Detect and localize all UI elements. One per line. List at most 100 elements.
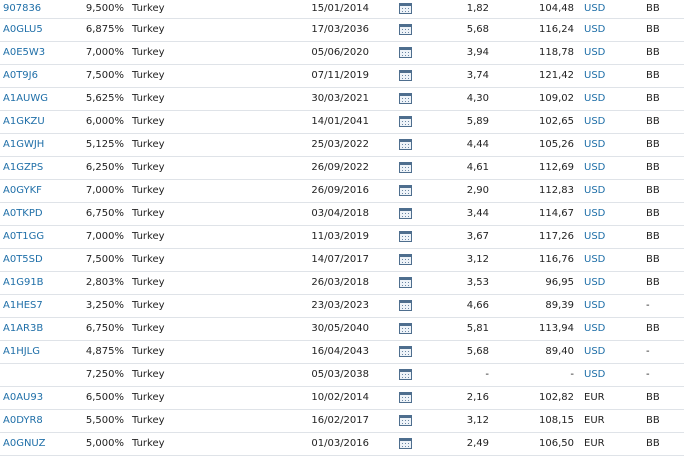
duration-cell: 3,67 [425,225,497,249]
issuer-cell: Turkey [130,0,280,19]
duration-cell: 3,12 [425,409,497,433]
issuer-cell: Turkey [130,294,280,318]
bond-row: A0T9J6 7,500% Turkey 07/11/2019 3,74 121,42 US… [0,64,684,88]
calendar-icon[interactable] [398,92,412,104]
calendar-icon[interactable] [398,299,412,311]
wkn-cell: A1GZPS [0,156,68,180]
wkn-link[interactable]: A0T9J6 [3,70,38,81]
calendar-cell [385,340,425,364]
wkn-link[interactable]: A1G91B [3,277,44,288]
wkn-link[interactable]: A0GNUZ [3,438,45,449]
rating-cell: BB [622,18,684,42]
wkn-link[interactable]: A1HES7 [3,300,43,311]
coupon-cell: 5,625% [68,87,130,111]
currency-cell: USD [582,248,622,272]
calendar-icon[interactable] [398,322,412,334]
issuer-cell: Turkey [130,110,280,134]
calendar-icon[interactable] [398,161,412,173]
calendar-cell [385,248,425,272]
calendar-icon[interactable] [398,184,412,196]
wkn-link[interactable]: A0T1GG [3,231,44,242]
wkn-link[interactable]: 907836 [3,3,41,14]
currency-cell: USD [582,64,622,88]
issuer-cell: Turkey [130,179,280,203]
issuer-cell: Turkey [130,133,280,157]
duration-cell: 3,12 [425,248,497,272]
wkn-link[interactable]: A0AU93 [3,392,43,403]
calendar-icon[interactable] [398,138,412,150]
coupon-cell: 7,000% [68,179,130,203]
wkn-link[interactable]: A0E5W3 [3,47,45,58]
maturity-cell: 11/03/2019 [280,225,385,249]
wkn-cell: A0AU93 [0,386,68,410]
wkn-link[interactable]: A0GLU5 [3,24,43,35]
duration-cell: 4,66 [425,294,497,318]
calendar-icon[interactable] [398,437,412,449]
issuer-cell: Turkey [130,386,280,410]
coupon-cell: 7,000% [68,41,130,65]
currency-cell: USD [582,0,622,19]
bond-row: A0DYR8 5,500% Turkey 16/02/2017 3,12 108,15 EU… [0,409,684,433]
rating-cell: BB [622,317,684,341]
currency-cell: USD [582,363,622,387]
wkn-cell: A1G91B [0,271,68,295]
price-cell: 104,48 [497,0,582,19]
calendar-icon[interactable] [398,414,412,426]
calendar-icon[interactable] [398,115,412,127]
calendar-icon[interactable] [398,230,412,242]
wkn-cell: A0GLU5 [0,18,68,42]
calendar-icon[interactable] [398,345,412,357]
bond-row: A0T5SD 7,500% Turkey 14/07/2017 3,12 116,76 US… [0,248,684,272]
wkn-link[interactable]: A0T5SD [3,254,43,265]
maturity-cell: 26/03/2018 [280,271,385,295]
calendar-icon[interactable] [398,69,412,81]
calendar-cell [385,64,425,88]
coupon-cell: 3,250% [68,294,130,318]
wkn-cell: A1AUWG [0,87,68,111]
wkn-link[interactable]: A0TKPD [3,208,43,219]
price-cell: 117,26 [497,225,582,249]
issuer-cell: Turkey [130,271,280,295]
currency-cell: EUR [582,386,622,410]
maturity-cell: 26/09/2016 [280,179,385,203]
calendar-icon[interactable] [398,46,412,58]
issuer-cell: Turkey [130,87,280,111]
calendar-icon[interactable] [398,368,412,380]
calendar-icon[interactable] [398,276,412,288]
currency-cell: USD [582,179,622,203]
duration-cell: 4,61 [425,156,497,180]
coupon-cell: 5,125% [68,133,130,157]
wkn-link[interactable]: A1GZPS [3,162,43,173]
wkn-link[interactable]: A0DYR8 [3,415,43,426]
currency-cell: USD [582,110,622,134]
calendar-icon[interactable] [398,253,412,265]
wkn-link[interactable]: A0GYKF [3,185,42,196]
issuer-cell: Turkey [130,317,280,341]
wkn-link[interactable]: A1GWJH [3,139,44,150]
wkn-link[interactable]: A1HJLG [3,346,40,357]
bond-row: A1HES7 3,250% Turkey 23/03/2023 4,66 89,39 USD… [0,294,684,318]
calendar-icon[interactable] [398,3,412,14]
maturity-cell: 16/04/2043 [280,340,385,364]
calendar-icon[interactable] [398,23,412,35]
coupon-cell: 2,803% [68,271,130,295]
wkn-link[interactable]: A1AR3B [3,323,43,334]
wkn-cell: A0E5W3 [0,41,68,65]
issuer-cell: Turkey [130,363,280,387]
issuer-cell: Turkey [130,340,280,364]
wkn-link[interactable]: A1AUWG [3,93,48,104]
wkn-link[interactable]: A1GKZU [3,116,45,127]
wkn-cell: A0T5SD [0,248,68,272]
price-cell: 96,95 [497,271,582,295]
bond-table-body: 907836 9,500% Turkey 15/01/2014 1,82 104,48 US… [0,0,684,456]
calendar-icon[interactable] [398,391,412,403]
maturity-cell: 14/01/2041 [280,110,385,134]
calendar-icon[interactable] [398,207,412,219]
rating-cell: BB [622,156,684,180]
coupon-cell: 6,000% [68,110,130,134]
price-cell: 105,26 [497,133,582,157]
bond-row: A1AR3B 6,750% Turkey 30/05/2040 5,81 113,94 US… [0,317,684,341]
duration-cell: 5,68 [425,340,497,364]
currency-cell: USD [582,133,622,157]
calendar-cell [385,317,425,341]
